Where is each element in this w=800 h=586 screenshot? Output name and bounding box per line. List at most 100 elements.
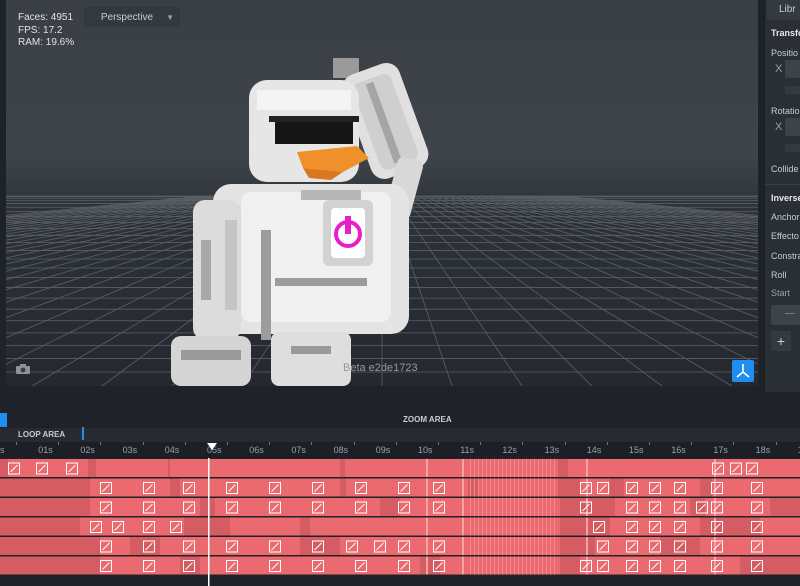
dense-keyframe-stripe <box>514 537 515 555</box>
time-tick-mark <box>58 442 60 445</box>
time-tick-mark <box>100 442 102 445</box>
dense-keyframe-stripe <box>498 517 499 536</box>
animation-track-row[interactable] <box>0 459 800 477</box>
zoom-area-bar[interactable]: ZOOM AREA <box>0 412 800 428</box>
track-segment <box>740 556 800 575</box>
dense-keyframe-stripe <box>550 498 551 516</box>
time-tick-label: 18s <box>755 445 771 455</box>
dense-keyframe-stripe <box>490 459 491 477</box>
dense-keyframe-stripe <box>530 556 531 575</box>
loop-area-bar[interactable]: LOOP AREA <box>0 428 800 442</box>
grid-line <box>471 195 758 254</box>
dense-keyframe-stripe <box>470 556 471 575</box>
collider-label: Collide <box>771 164 799 174</box>
time-tick-mark <box>649 442 650 445</box>
dense-keyframe-stripe <box>546 556 547 575</box>
dense-keyframe-stripe <box>506 517 507 536</box>
3d-viewport[interactable]: Faces: 4951 FPS: 17.2 RAM: 19.6% Perspec… <box>6 0 758 386</box>
transform-heading: Transfo <box>771 28 800 38</box>
time-tick-label: s <box>0 445 5 455</box>
time-tick-mark <box>269 442 271 445</box>
dense-keyframe-stripe <box>482 517 483 536</box>
dense-keyframe-stripe <box>534 537 535 555</box>
track-segment <box>0 556 100 575</box>
dense-keyframe-stripe <box>478 537 479 555</box>
dense-keyframe-stripe <box>510 478 511 497</box>
time-tick-label: 01s <box>38 445 53 455</box>
dense-keyframe-stripe <box>490 537 491 555</box>
dense-keyframe-stripe <box>470 537 471 555</box>
dense-keyframe-stripe <box>542 537 543 555</box>
track-segment <box>610 478 624 497</box>
grid-line <box>561 195 758 216</box>
dense-keyframe-stripe <box>550 556 551 575</box>
dense-keyframe-stripe <box>534 517 535 536</box>
dense-keyframe-stripe <box>482 478 483 497</box>
dense-keyframe-stripe <box>554 478 555 497</box>
dense-keyframe-stripe <box>510 556 511 575</box>
dense-keyframe-stripe <box>518 498 519 516</box>
time-ruler[interactable]: s 01s 02s 03s 04s 05s 06s 07s 08s 09s 10s 11s 12s 13s… <box>0 442 800 458</box>
axis-gizmo-button[interactable] <box>732 360 754 382</box>
camera-icon[interactable] <box>16 364 30 374</box>
voxel-robot-model[interactable] <box>171 50 451 386</box>
rotation-slider[interactable] <box>785 144 800 152</box>
dense-keyframe-stripe <box>482 537 483 555</box>
dense-keyframe-stripe <box>482 498 483 516</box>
track-marker <box>462 517 464 536</box>
chevron-down-icon: ▼ <box>166 13 174 22</box>
rotation-x-label: X <box>775 121 783 133</box>
playhead-marker[interactable] <box>207 443 217 451</box>
library-tab[interactable]: Libr <box>767 0 800 20</box>
track-marker <box>462 537 464 555</box>
dense-keyframe-stripe <box>538 478 539 497</box>
dense-keyframe-stripe <box>542 517 543 536</box>
position-x-field[interactable] <box>785 60 800 78</box>
camera-mode-dropdown[interactable]: Perspective ▼ <box>84 7 180 27</box>
time-tick-label: 06s <box>249 445 264 455</box>
dense-keyframe-stripe <box>514 517 515 536</box>
dense-keyframe-stripe <box>514 478 515 497</box>
time-tick-label: 07s <box>291 445 306 455</box>
dense-keyframe-stripe <box>502 556 503 575</box>
track-segment <box>0 478 90 497</box>
dense-keyframe-stripe <box>530 498 531 516</box>
loop-area-label: LOOP AREA <box>18 430 66 439</box>
track-segment <box>560 537 595 555</box>
dense-keyframe-stripe <box>550 537 551 555</box>
dense-keyframe-stripe <box>538 556 539 575</box>
add-constraint-button[interactable]: + <box>771 331 791 351</box>
start-value-field[interactable]: — <box>771 305 800 325</box>
track-marker <box>462 498 464 516</box>
position-label: Positio <box>771 48 799 58</box>
dense-keyframe-stripe <box>514 459 515 477</box>
dense-keyframe-stripe <box>534 478 535 497</box>
dense-keyframe-stripe <box>542 556 543 575</box>
time-tick-mark <box>311 442 313 445</box>
fps-stat: FPS: 17.2 <box>18 24 63 36</box>
axis-gizmo-icon <box>736 364 750 378</box>
track-marker <box>586 459 588 477</box>
dense-keyframe-stripe <box>522 517 523 536</box>
dense-keyframe-stripe <box>518 517 519 536</box>
loop-end-marker[interactable] <box>82 427 84 440</box>
dense-keyframe-stripe <box>518 478 519 497</box>
time-tick-mark <box>564 442 566 445</box>
dense-keyframe-stripe <box>494 537 495 555</box>
track-segment <box>340 478 346 497</box>
zoom-area-handle[interactable] <box>0 413 7 427</box>
faces-stat: Faces: 4951 <box>18 12 74 23</box>
dense-keyframe-stripe <box>490 517 491 536</box>
dense-keyframe-stripe <box>506 459 507 477</box>
time-tick-label: 17s <box>713 445 728 455</box>
effector-label: Effecto <box>771 231 799 241</box>
track-segment <box>0 459 8 477</box>
animation-tracks[interactable] <box>0 458 800 586</box>
time-tick-label: 16s <box>671 445 686 455</box>
rotation-x-field[interactable] <box>785 118 800 136</box>
dense-keyframe-stripe <box>502 478 503 497</box>
robot-head <box>249 80 369 182</box>
dense-keyframe-stripe <box>554 517 555 536</box>
dense-keyframe-stripe <box>490 478 491 497</box>
position-slider[interactable] <box>785 86 800 94</box>
